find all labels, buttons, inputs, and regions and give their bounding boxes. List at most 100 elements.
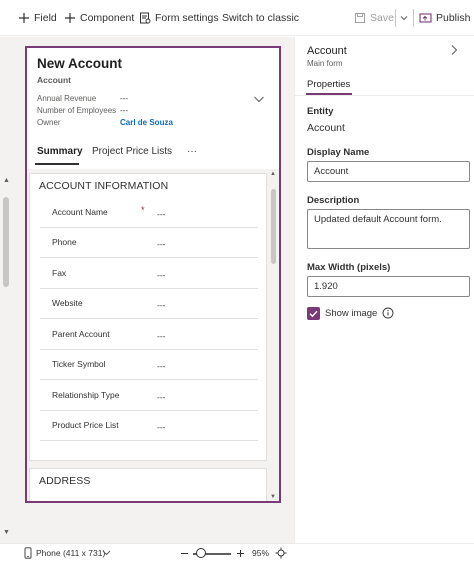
save-options-dropdown[interactable] [399,0,413,36]
add-field-label: Field [34,12,57,24]
plus-icon [19,13,29,23]
checkmark-icon [309,310,318,318]
scroll-up-icon[interactable]: ▲ [270,171,276,177]
field-label: Phone [52,237,77,247]
field-value: --- [157,361,166,371]
header-field-label: Annual Revenue [37,94,97,103]
field-row[interactable]: Product Price List --- [40,411,258,441]
field-row[interactable]: Fax --- [40,259,258,289]
zoom-in-icon[interactable] [236,549,245,558]
switch-to-classic-label: Switch to classic [222,12,300,24]
field-label: Parent Account [52,329,110,339]
chevron-down-icon[interactable] [253,94,265,104]
display-name-input[interactable]: Account [307,161,470,182]
display-name-label: Display Name [307,147,370,158]
header-field-value[interactable]: --- [120,94,128,103]
save-icon [355,13,365,23]
field-label: Product Price List [52,420,119,430]
form-settings-icon [140,12,151,24]
scroll-down-icon[interactable]: ▼ [270,494,276,500]
canvas-scroll-thumb[interactable] [3,197,9,287]
field-label: Fax [52,268,67,278]
entity-label: Entity [307,106,334,117]
section-address[interactable]: ADDRESS [29,468,267,501]
form-scroll-thumb[interactable] [271,189,276,264]
header-field-label: Owner [37,118,61,127]
field-label: Account Name [52,207,108,217]
switch-to-classic-button[interactable]: Switch to classic [222,0,299,36]
fit-to-screen-icon[interactable] [275,547,287,559]
phone-icon [24,547,32,559]
active-tab-indicator [35,163,79,165]
field-value: --- [157,331,166,341]
tab-summary[interactable]: Summary [37,146,83,157]
save-label: Save [370,12,394,24]
field-row[interactable]: Ticker Symbol --- [40,350,258,380]
form-title: New Account [37,56,123,71]
zoom-slider-thumb[interactable] [196,548,206,558]
add-component-label: Component [80,12,135,24]
properties-panel: Account Main form Properties Entity Acco… [294,37,474,543]
field-value: --- [157,422,166,432]
section-title: ACCOUNT INFORMATION [39,180,169,192]
zoom-level: 95% [252,548,270,558]
max-width-input[interactable]: 1.920 [307,276,470,297]
field-value: --- [157,300,166,310]
add-component-button[interactable]: Component [64,0,134,36]
field-value: --- [157,209,166,219]
description-textarea[interactable]: Updated default Account form. [307,209,470,249]
plus-icon [65,13,75,23]
show-image-checkbox[interactable] [307,307,320,320]
command-bar: Field Component Form settings Switch to … [0,0,474,36]
tab-more-icon[interactable]: ··· [187,146,197,157]
header-field-value[interactable]: --- [120,106,128,115]
entity-value: Account [307,122,345,134]
max-width-label: Max Width (pixels) [307,262,391,273]
owner-link[interactable]: Carl de Souza [120,118,173,127]
form-scrollbar[interactable]: ▲ ▼ [269,169,279,501]
field-row[interactable]: Parent Account --- [40,320,258,350]
status-bar: Phone (411 x 731) 95% [0,543,474,562]
publish-label: Publish [436,12,471,24]
device-size-selector[interactable]: Phone (411 x 731) [36,548,105,558]
save-button[interactable]: Save [354,0,394,36]
publish-icon [419,13,432,23]
form-settings-button[interactable]: Form settings [139,0,219,36]
field-label: Relationship Type [52,390,120,400]
field-row[interactable]: Phone --- [40,228,258,258]
description-label: Description [307,195,360,206]
zoom-out-icon[interactable] [180,549,189,558]
canvas-scrollbar[interactable]: ▲ ▼ [0,37,12,543]
section-account-information[interactable]: ACCOUNT INFORMATION Account Name * --- P… [29,173,267,461]
form-tabs: Summary Project Price Lists ··· [35,146,275,166]
section-title: ADDRESS [39,475,91,487]
form-entity-name: Account [37,75,71,85]
field-label: Website [52,298,83,308]
chevron-right-icon[interactable] [449,44,459,56]
field-value: --- [157,392,166,402]
required-indicator: * [141,205,145,215]
toolbar-divider [413,9,414,27]
panel-subtitle: Main form [307,59,343,68]
field-row[interactable]: Relationship Type --- [40,381,258,411]
form-settings-label: Form settings [155,12,219,24]
publish-button[interactable]: Publish [419,0,470,36]
chevron-down-icon[interactable] [102,549,111,557]
header-field-label: Number of Employees [37,106,117,115]
form-preview[interactable]: New Account Account Annual Revenue --- N… [25,46,281,503]
panel-divider [295,95,474,96]
field-label: Ticker Symbol [52,359,106,369]
toolbar-divider [395,9,396,27]
field-row[interactable]: Account Name * --- [40,198,258,228]
add-field-button[interactable]: Field [18,0,57,36]
chevron-down-icon [400,16,408,21]
tab-properties[interactable]: Properties [307,79,350,90]
form-body: ACCOUNT INFORMATION Account Name * --- P… [27,169,279,501]
info-icon[interactable] [382,307,394,319]
tab-project-price-lists[interactable]: Project Price Lists [92,146,172,157]
panel-title: Account [307,45,347,57]
show-image-label: Show image [325,308,378,319]
scroll-up-icon[interactable]: ▲ [3,177,10,184]
scroll-down-icon[interactable]: ▼ [3,529,10,536]
field-row[interactable]: Website --- [40,289,258,319]
